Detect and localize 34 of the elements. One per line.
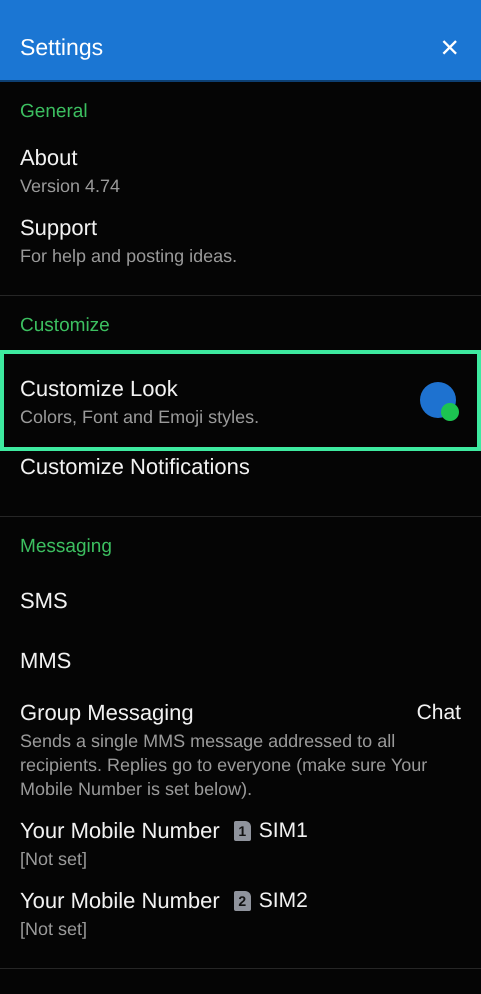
setting-row[interactable]: MMS [0, 631, 481, 691]
setting-title: SMS [20, 587, 68, 615]
setting-title: Support [20, 214, 98, 242]
setting-title: Your Mobile Number [20, 887, 220, 915]
setting-value: Chat [416, 700, 461, 726]
section-header: Customize [19, 314, 111, 338]
section-header: Messaging [19, 535, 113, 559]
close-button[interactable]: × [438, 31, 461, 63]
setting-title: MMS [20, 647, 72, 675]
setting-subtitle: Sends a single MMS message addressed to all recipients. Replies go to everyone (make sure Your Mobile Number is set below). [20, 730, 428, 801]
setting-subtitle: Version 4.74 [20, 175, 122, 198]
setting-value: SIM1 [258, 818, 308, 844]
setting-title: Group Messaging [20, 699, 194, 727]
setting-row[interactable]: Group Messaging Chat Sends a single MMS message addressed to all recipients. Replies go to everyone (make sure Your Mobile Number is set below). [0, 691, 481, 809]
setting-subtitle: [Not set] [20, 848, 88, 871]
setting-value: SIM2 [258, 888, 308, 914]
setting-row[interactable]: Your Mobile Number 1 SIM1 [Not set] [0, 809, 481, 879]
sim-card-icon: 2 [234, 891, 251, 911]
setting-row[interactable]: Your Mobile Number 2 SIM2 [Not set] [0, 879, 481, 949]
setting-row[interactable]: Support For help and posting ideas. [0, 206, 481, 276]
setting-title: Customize Look [20, 375, 178, 403]
setting-row[interactable]: SMS [0, 571, 481, 631]
setting-subtitle: Colors, Font and Emoji styles. [20, 406, 260, 429]
color-circle-icon [419, 381, 461, 423]
setting-title: Customize Notifications [20, 453, 250, 481]
section-header: General [19, 100, 89, 124]
setting-row[interactable]: About Version 4.74 [0, 136, 481, 206]
setting-title: About [20, 144, 78, 172]
setting-title: Your Mobile Number [20, 817, 220, 845]
setting-subtitle: [Not set] [20, 918, 88, 941]
sim-card-icon: 1 [234, 821, 251, 841]
setting-subtitle: For help and posting ideas. [20, 245, 238, 268]
highlighted-setting-row[interactable]: Customize Look Colors, Font and Emoji styles. [0, 350, 481, 451]
screen-title: Settings [20, 34, 104, 60]
